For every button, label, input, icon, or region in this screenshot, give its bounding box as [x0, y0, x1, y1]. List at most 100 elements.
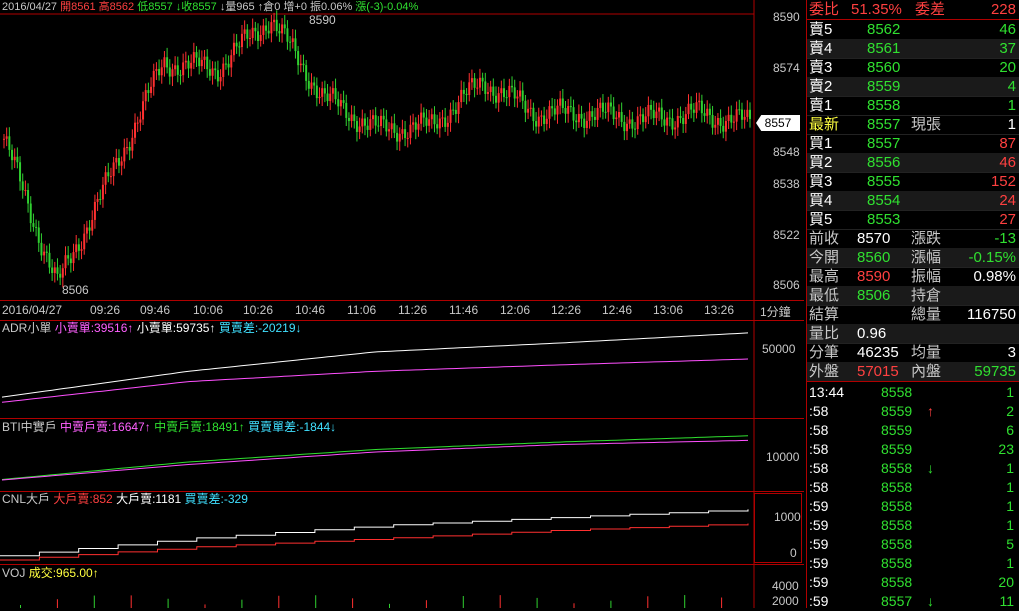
candle-body — [561, 98, 564, 108]
candle-body — [626, 123, 629, 132]
candle-body — [147, 90, 150, 94]
candle-body — [83, 233, 86, 250]
candle-body — [195, 52, 198, 58]
candle-body — [128, 147, 131, 151]
candle-body — [511, 85, 514, 88]
candle-body — [281, 24, 284, 34]
candle-body — [749, 109, 751, 119]
ask-qty: 20 — [999, 59, 1016, 76]
stat-label: 均量 — [911, 344, 942, 361]
candle-body — [291, 38, 294, 42]
candle-body — [468, 82, 471, 95]
candle-body — [660, 107, 663, 120]
ask-row: 賣1 8558 1 — [807, 96, 1019, 116]
candle-body — [80, 249, 83, 251]
candle-body — [125, 147, 128, 149]
tick-time: :59 — [809, 536, 829, 552]
candle-body — [257, 31, 260, 41]
candle-body — [513, 87, 516, 99]
volume-bar — [610, 600, 612, 608]
bid-label: 買1 — [809, 135, 833, 152]
candle-body — [310, 82, 313, 89]
ask-price: 8561 — [867, 40, 901, 57]
candle-body — [588, 111, 591, 121]
candle-body — [532, 107, 535, 122]
candle-body — [3, 138, 5, 140]
candle-body — [77, 244, 80, 251]
candle-body — [5, 136, 8, 139]
candle-body — [695, 102, 698, 113]
chart-canvas — [0, 0, 755, 608]
candle-body — [556, 105, 559, 115]
candle-body — [238, 46, 241, 48]
ask-price: 8562 — [867, 21, 901, 38]
candle-body — [714, 124, 717, 128]
tick-row: :59 8558 1 — [807, 554, 1019, 573]
candle-body — [35, 226, 38, 228]
candle-body — [609, 102, 612, 107]
tick-qty: 5 — [1006, 536, 1014, 552]
candle-body — [374, 115, 377, 126]
candle-body — [150, 86, 153, 94]
candle-body — [117, 158, 120, 166]
candle-body — [208, 69, 211, 76]
candle-body — [617, 112, 620, 118]
candle-body — [420, 112, 423, 124]
candle-body — [152, 70, 155, 87]
ask-qty: 37 — [999, 40, 1016, 57]
adr-sell-line — [1, 332, 749, 398]
candle-body — [187, 60, 190, 69]
stat-label: 漲幅 — [911, 249, 942, 266]
last-qty: 1 — [1007, 116, 1016, 133]
candle-body — [13, 156, 16, 161]
tick-row: :58 8559 ↑ 2 — [807, 402, 1019, 421]
candle-body — [134, 122, 137, 138]
candle-body — [8, 136, 11, 150]
order-diff-value: 228 — [990, 1, 1016, 18]
candle-body — [206, 56, 209, 70]
candle-body — [182, 62, 185, 76]
tick-price: 8559 — [881, 403, 913, 419]
candle-body — [716, 118, 719, 125]
candle-body — [430, 114, 433, 120]
candle-body — [347, 117, 350, 122]
candle-body — [72, 252, 75, 264]
candle-body — [644, 116, 647, 123]
tick-qty: 1 — [1006, 498, 1014, 514]
tick-price: 8558 — [881, 555, 913, 571]
candle-body — [331, 88, 334, 94]
tick-time: :58 — [809, 422, 829, 438]
candle-body — [321, 88, 324, 97]
candle-body — [246, 29, 249, 39]
candle-body — [294, 38, 297, 52]
candle-body — [45, 251, 48, 253]
tick-row: :58 8559 23 — [807, 440, 1019, 459]
stat-label: 振幅 — [911, 268, 942, 285]
candle-body — [743, 116, 746, 120]
tick-price: 8558 — [881, 479, 913, 495]
volume-bar — [241, 599, 243, 608]
candle-body — [527, 108, 530, 113]
candle-body — [543, 115, 546, 124]
candle-body — [529, 107, 532, 109]
tick-price: 8558 — [881, 384, 913, 400]
bid-qty: 152 — [990, 173, 1016, 190]
tick-qty: 6 — [1006, 422, 1014, 438]
candle-body — [404, 129, 407, 139]
candle-body — [115, 158, 118, 163]
candle-body — [329, 93, 332, 102]
candle-body — [604, 111, 607, 113]
bid-price: 8555 — [867, 173, 901, 190]
candle-body — [497, 93, 500, 103]
bid-price: 8553 — [867, 211, 901, 228]
tick-time: :58 — [809, 460, 829, 476]
tick-price: 8558 — [881, 498, 913, 514]
candle-body — [283, 24, 286, 29]
down-arrow-icon: ↓ — [927, 460, 934, 476]
candle-body — [583, 118, 586, 128]
candle-body — [64, 255, 67, 269]
candle-body — [663, 119, 666, 126]
volume-bar — [721, 597, 723, 608]
candle-body — [179, 74, 182, 76]
quote-panel: 委比 51.35% 委差 228 賣5 8562 46 賣4 8561 37 賣3 8560 2… — [806, 0, 1019, 609]
